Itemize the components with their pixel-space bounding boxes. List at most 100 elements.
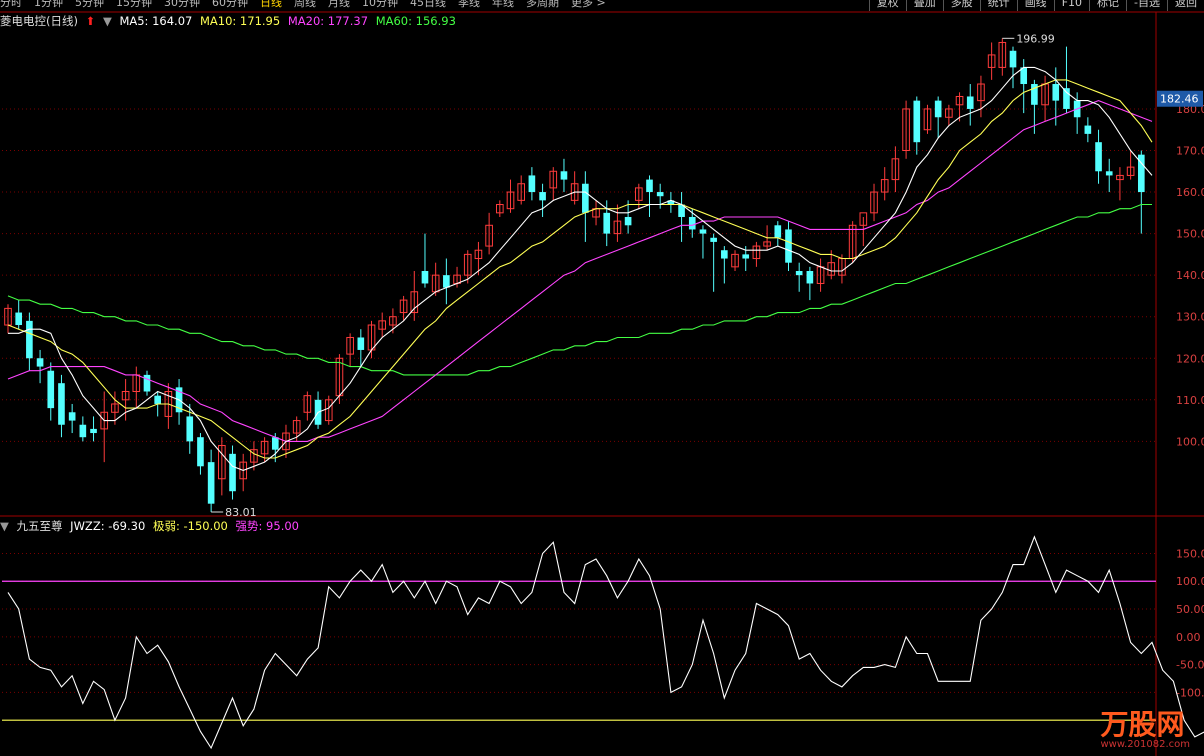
candle [667,192,675,213]
candle [966,84,974,126]
candle-body [47,370,55,409]
candle [303,391,312,421]
candle [891,146,900,193]
candle [848,221,857,263]
candle-body [774,225,782,238]
candle [68,403,76,434]
candle [710,233,717,292]
jwzz-line [7,535,1204,750]
candle [47,362,55,421]
candle-body [421,271,429,284]
candle-body [229,453,236,492]
candle [549,167,558,201]
candle-body [806,271,814,284]
y-tick-label: 0.00 [1176,631,1201,644]
y-tick-label: 140.00 [1176,269,1204,282]
y-tick-label: 100.00 [1176,435,1204,448]
y-tick-label: 160.00 [1176,186,1204,199]
candle [592,200,600,226]
candle [314,391,322,429]
candle [774,221,782,247]
candle [239,453,248,492]
candle [218,437,226,496]
candle [410,271,419,321]
candle [678,192,685,242]
candle [977,75,985,118]
watermark-site: www.201082.com [1100,739,1190,750]
candle-body [154,395,161,404]
candle [752,241,761,267]
watermark-brand: 万股网 [1100,708,1185,741]
candle-body [58,383,65,425]
candle [463,250,472,284]
candle-body [1095,142,1102,172]
candle [923,104,932,134]
candle [699,225,707,259]
y-tick-label: 150.00 [1176,547,1204,560]
candle-body [795,271,803,276]
watermark-logo: 万股网 www.201082.com [1100,703,1190,750]
candle [560,158,568,193]
candle-body [656,192,664,197]
candle-body [710,237,717,242]
candle-body [785,229,792,263]
candle [1084,117,1092,143]
candle-body [79,424,87,438]
candle-body [186,416,194,442]
candle-body [36,358,44,367]
candle [443,258,450,305]
candle [399,295,408,321]
candle-body [90,428,97,434]
candle [36,349,44,384]
candle [229,445,236,500]
candle [421,233,429,288]
high-price-label: 196.99 [1016,32,1055,45]
candle-body [560,171,568,180]
y-tick-label: 150.00 [1176,228,1204,241]
candle [197,433,204,475]
candle [987,42,996,80]
candle [795,262,803,292]
candle [934,96,942,139]
candle-body [721,250,728,259]
ma60-line [7,203,1152,376]
candle [79,416,87,442]
candle-body [646,179,653,193]
candle [806,266,814,301]
candle [378,312,387,338]
candle [58,374,65,438]
chart-canvas[interactable]: 180.00170.00160.00150.00140.00130.00120.… [0,0,1204,756]
candle [143,370,151,396]
y-tick-label: -100.00 [1176,686,1204,699]
candle [1095,129,1102,184]
candle [474,241,483,276]
candle-body [1063,88,1070,109]
candle [913,96,921,155]
y-tick-label: -50.00 [1176,659,1204,672]
y-tick-label: 50.00 [1176,603,1204,616]
candle [539,183,546,217]
candle-body [603,212,611,234]
candle [90,416,97,442]
candle-body [197,437,204,467]
candle-body [1105,171,1113,176]
candle-body [539,192,546,201]
candle [517,175,526,205]
candle [1105,158,1113,193]
candle [495,200,504,217]
candle-body [742,254,750,259]
candle [613,204,622,242]
candle [346,333,354,367]
candle [357,329,365,367]
candle-body [271,437,279,450]
candle [646,175,653,217]
candle-body [443,275,450,288]
current-price-label: 182.46 [1160,93,1199,106]
candle [1126,150,1135,180]
candle [26,312,33,371]
candle-body [1052,84,1060,101]
candle [324,395,333,425]
candle [528,167,536,201]
candle-body [1009,50,1017,68]
candle-body [688,216,696,230]
